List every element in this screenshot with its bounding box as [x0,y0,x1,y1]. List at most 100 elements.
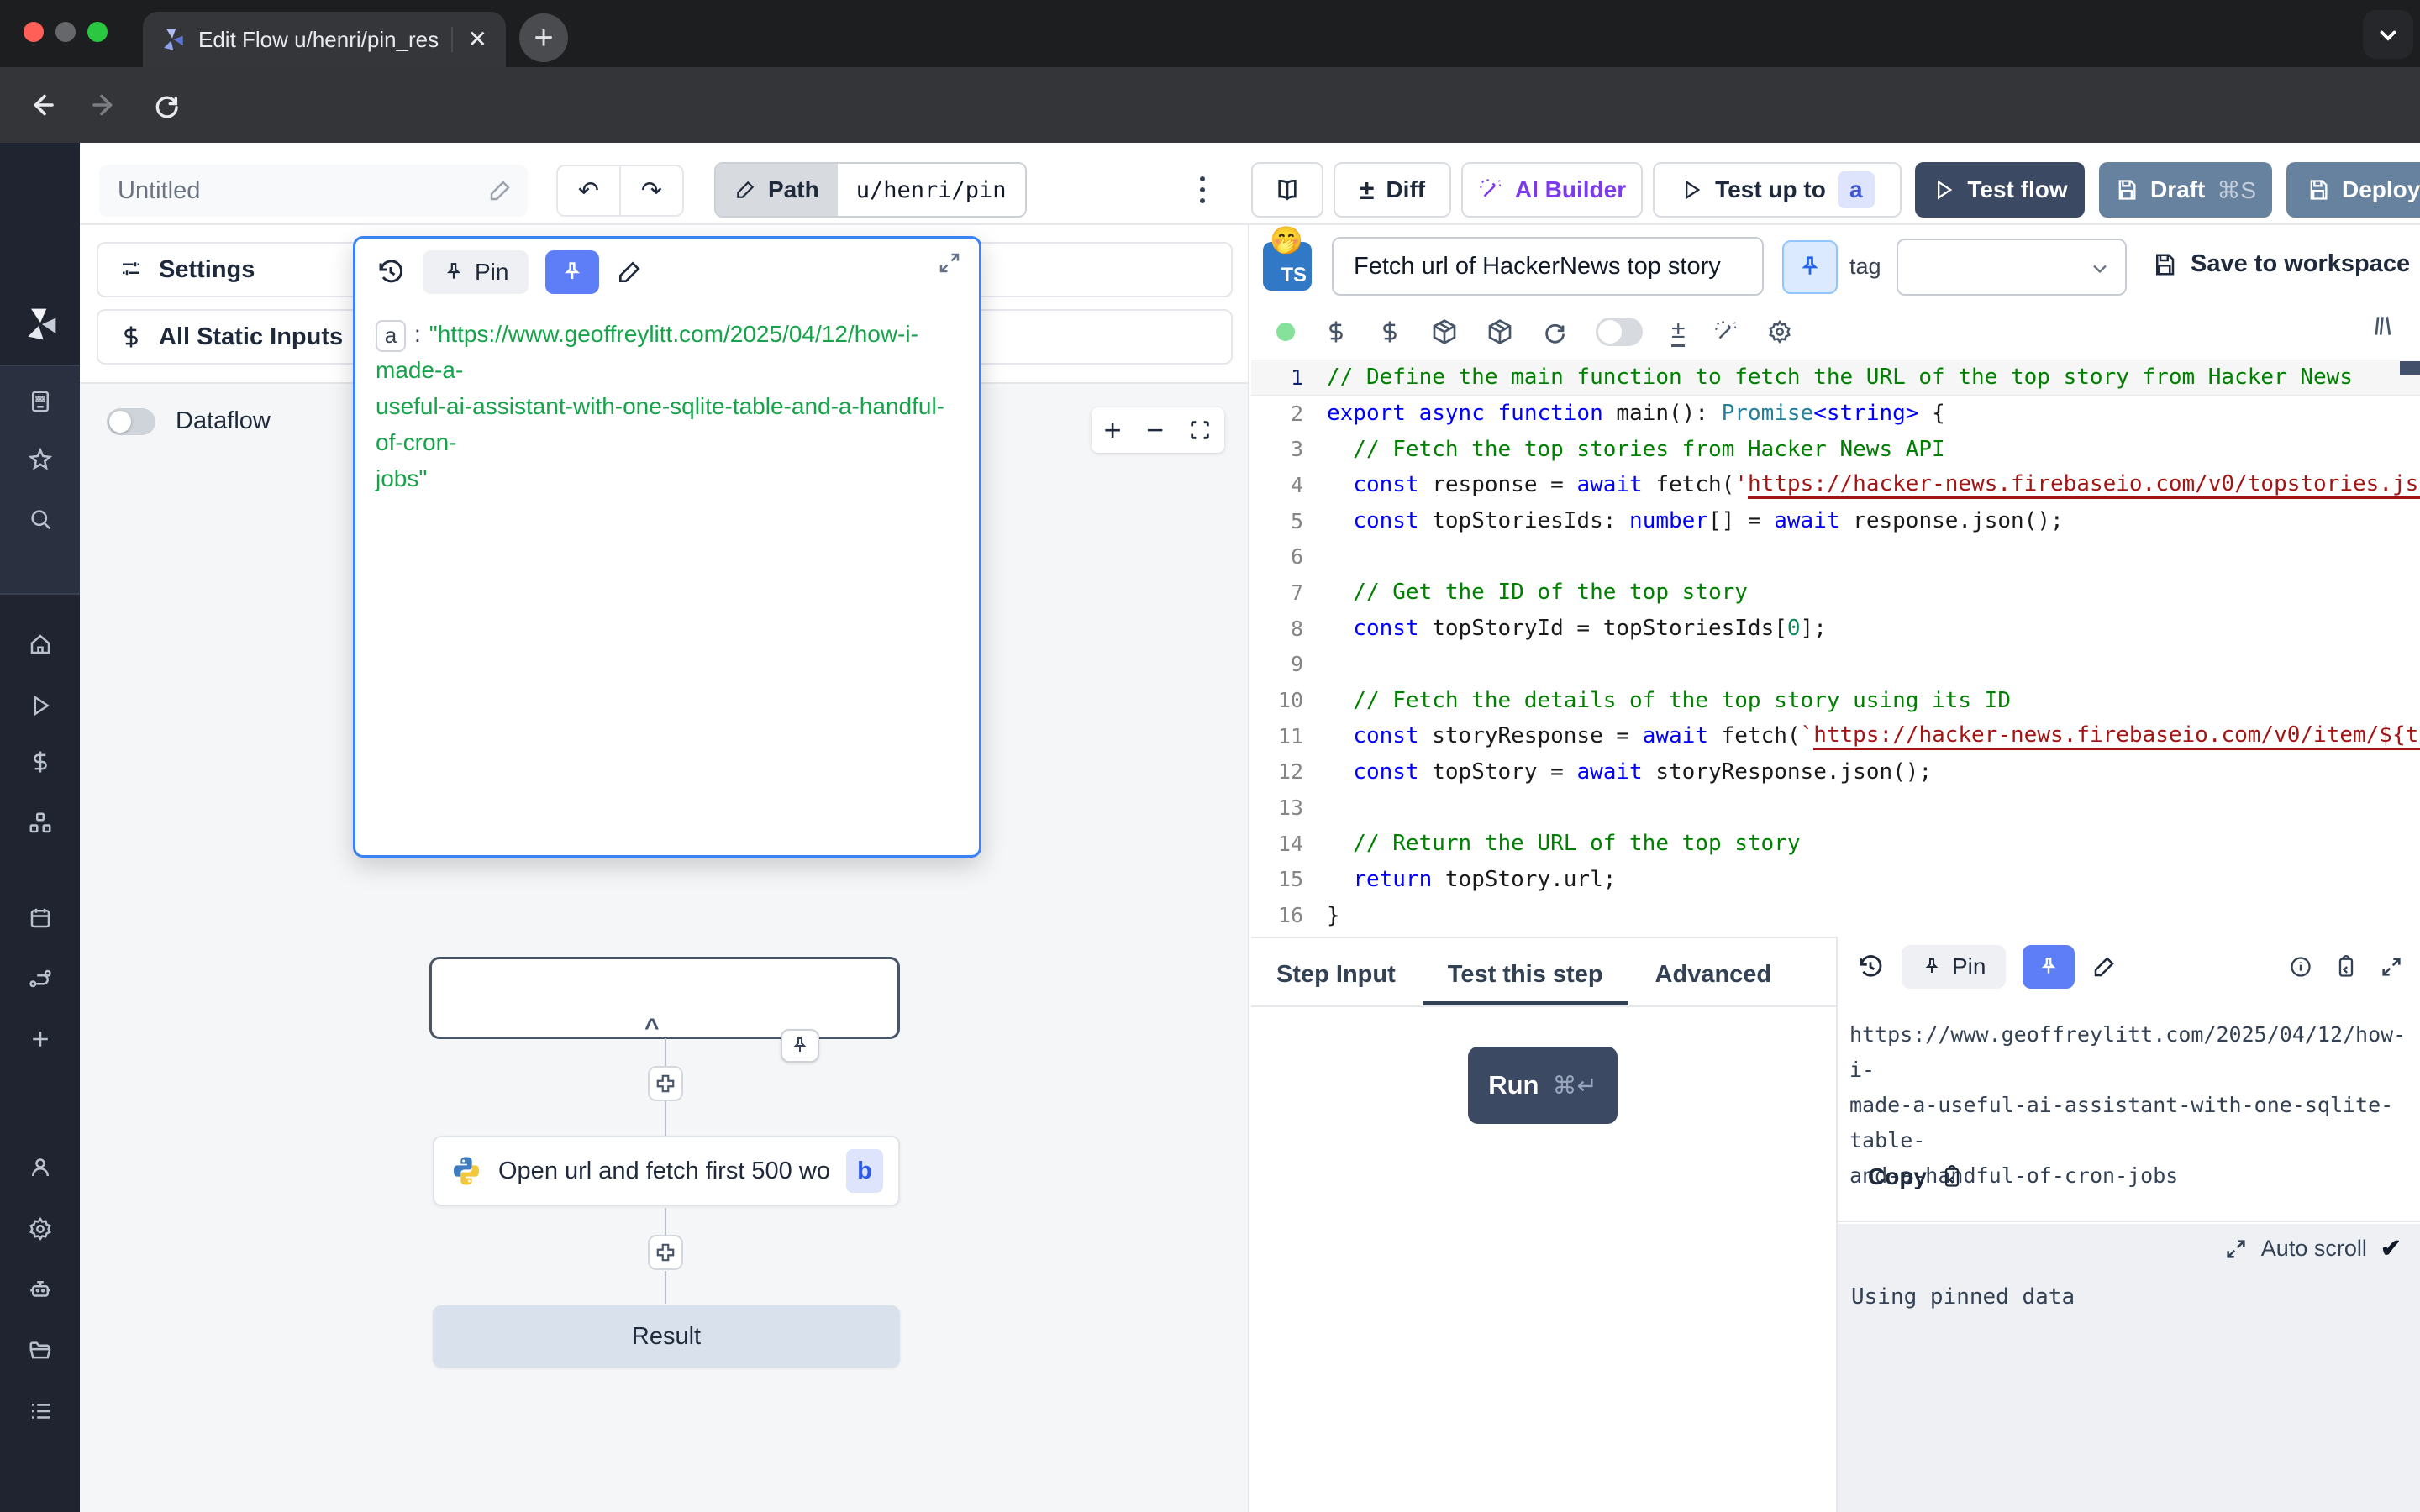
flow-node-result[interactable]: Result [433,1305,900,1368]
pin-toggle-button[interactable]: Pin [423,250,529,294]
insert-step-button[interactable] [648,1066,683,1101]
code-line[interactable]: 16} [1251,897,2420,933]
test-flow-button[interactable]: Test flow [1915,162,2085,218]
plus-minus-icon[interactable]: ± [1671,318,1685,347]
tab-test-this-step[interactable]: Test this step [1448,943,1603,1005]
history-icon[interactable] [1856,953,1885,981]
library-icon[interactable] [2373,312,2400,339]
pinned-active-button[interactable] [2023,945,2075,989]
back-icon[interactable] [24,87,60,123]
code-line[interactable]: 5 const topStoriesIds: number[] = await … [1251,503,2420,539]
tab-advanced[interactable]: Advanced [1655,943,1772,1005]
clipboard-icon[interactable] [2334,955,2358,979]
window-minimize-button[interactable] [55,22,76,42]
flow-node-a[interactable] [429,957,900,1039]
redo-button[interactable]: ↷ [621,166,682,215]
code-line[interactable]: 3 // Fetch the top stories from Hacker N… [1251,431,2420,467]
variables-dollar-icon[interactable] [0,739,80,785]
code-line[interactable]: 1// Define the main function to fetch th… [1251,360,2420,396]
zoom-out-icon[interactable]: − [1146,415,1164,445]
home-icon[interactable] [0,622,80,667]
test-up-to-button[interactable]: Test up to a [1653,162,1902,218]
edit-pencil-icon[interactable] [616,259,643,286]
code-line[interactable]: 10 // Fetch the details of the top story… [1251,682,2420,718]
pin-step-button[interactable] [1782,240,1838,294]
editor-toggle[interactable] [1596,318,1643,346]
edit-pencil-icon[interactable] [2091,954,2117,979]
tab-step-input[interactable]: Step Input [1276,943,1396,1005]
path-control[interactable]: Path u/henri/pin [714,162,1027,218]
code-line[interactable]: 6 [1251,538,2420,575]
run-button[interactable]: Run ⌘↵ [1468,1047,1618,1124]
workers-robot-icon[interactable] [0,1267,80,1312]
package-icon[interactable] [1486,318,1513,345]
refresh-icon[interactable] [1542,319,1567,344]
schedules-calendar-icon[interactable] [0,895,80,941]
tab-close-icon[interactable]: ✕ [465,28,491,51]
code-line[interactable]: 8 const topStoryId = topStoriesIds[0]; [1251,611,2420,647]
help-icon[interactable] [0,1504,80,1512]
info-icon[interactable] [2289,955,2312,979]
window-close-button[interactable] [24,22,44,42]
path-edit-button[interactable]: Path [716,164,838,216]
app-switcher-icon[interactable] [0,379,80,424]
pinned-active-button[interactable] [545,250,599,294]
flow-node-b[interactable]: Open url and fetch first 500 words of ..… [433,1136,900,1206]
runs-play-icon[interactable] [0,683,80,728]
code-line[interactable]: 2export async function main(): Promise<s… [1251,396,2420,432]
history-icon[interactable] [376,257,406,287]
fit-view-icon[interactable] [1188,418,1212,442]
settings-gear-icon[interactable] [1767,319,1792,344]
expand-icon[interactable] [937,250,962,276]
copy-button[interactable]: Copy [1868,1163,1964,1190]
docs-book-button[interactable] [1251,162,1323,218]
code-line[interactable]: 14 // Return the URL of the top story [1251,826,2420,862]
create-plus-icon[interactable] [0,1016,80,1062]
collapse-chevron-icon[interactable]: ^ [644,1014,660,1042]
forward-icon[interactable] [86,87,123,123]
code-line[interactable]: 12 const topStory = await storyResponse.… [1251,754,2420,790]
zoom-in-icon[interactable]: + [1104,415,1122,445]
save-to-workspace-button[interactable]: Save to workspace [2152,250,2410,278]
user-icon[interactable] [0,1145,80,1190]
flows-route-icon[interactable] [0,956,80,1001]
deploy-button[interactable]: Deploy [2286,162,2420,218]
flow-name-input[interactable]: Untitled [99,165,528,217]
code-line[interactable]: 4 const response = await fetch('https://… [1251,467,2420,503]
reload-icon[interactable] [148,87,185,123]
favorites-star-icon[interactable] [0,437,80,482]
node-a-pin-badge[interactable] [781,1029,819,1063]
variables-dollar-icon[interactable] [1323,319,1349,344]
code-line[interactable]: 7 // Get the ID of the top story [1251,575,2420,611]
folders-icon[interactable] [0,1328,80,1373]
undo-button[interactable]: ↶ [558,166,621,215]
window-zoom-button[interactable] [87,22,108,42]
step-summary-input[interactable]: Fetch url of HackerNews top story [1332,237,1764,296]
resources-dollar-icon[interactable] [1377,319,1402,344]
search-icon[interactable] [0,496,80,542]
pin-toggle-button[interactable]: Pin [1902,945,2006,989]
draft-button[interactable]: Draft ⌘S [2099,162,2272,218]
dataflow-toggle[interactable] [107,408,155,435]
code-editor[interactable]: 1// Define the main function to fetch th… [1251,360,2420,937]
resources-hub-icon[interactable] [0,801,80,846]
insert-step-button[interactable] [648,1235,683,1270]
browser-tab[interactable]: Edit Flow u/henri/pin_results ✕ [143,12,506,67]
code-line[interactable]: 13 [1251,790,2420,826]
windmill-logo[interactable] [0,299,80,349]
new-tab-button[interactable]: + [519,13,568,62]
settings-gear-icon[interactable] [0,1206,80,1252]
tab-search-button[interactable] [2363,10,2413,59]
ai-builder-button[interactable]: AI Builder [1461,162,1643,218]
tag-select[interactable] [1897,239,2127,296]
audit-logs-icon[interactable] [0,1389,80,1434]
code-line[interactable]: 9 [1251,647,2420,683]
magic-wand-icon[interactable] [1713,319,1739,344]
code-line[interactable]: 11 const storyResponse = await fetch(`ht… [1251,718,2420,754]
fullscreen-icon[interactable] [2380,955,2403,979]
edit-pencil-icon[interactable] [487,178,513,203]
diff-button[interactable]: ± Diff [1334,162,1451,218]
auto-scroll-control[interactable]: Auto scroll ✔ [2224,1234,2402,1263]
package-icon[interactable] [1431,318,1458,345]
code-line[interactable]: 15 return topStory.url; [1251,862,2420,898]
